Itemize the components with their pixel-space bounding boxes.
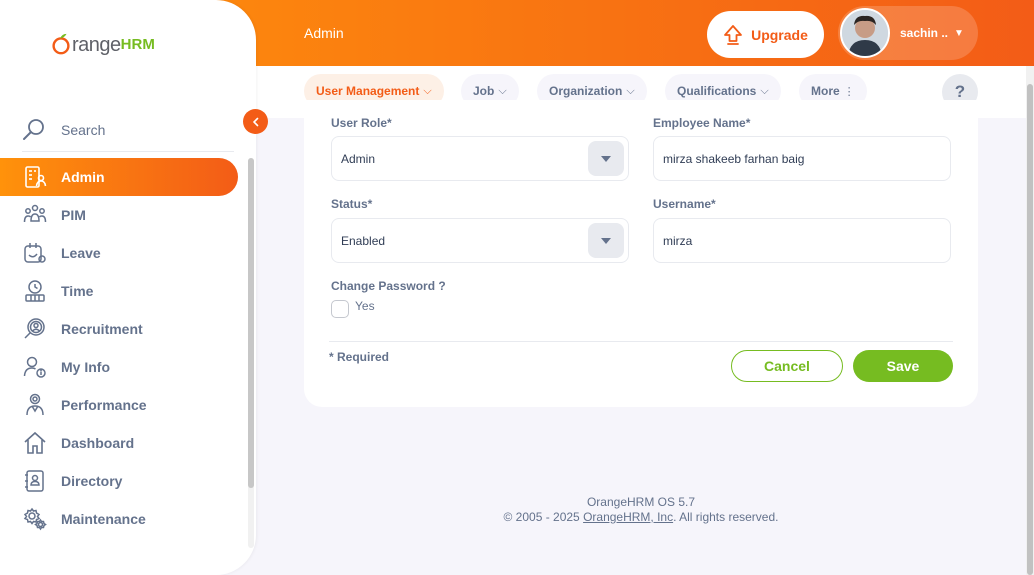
sidebar-item-label: Directory xyxy=(61,473,123,489)
user-role-value: Admin xyxy=(341,151,376,166)
tab-label: Organization xyxy=(549,84,623,98)
sidebar: range HRM Search Admin PIM Leave Time Re… xyxy=(0,0,256,575)
scrollbar-thumb[interactable] xyxy=(248,158,254,488)
page-title: Admin xyxy=(304,25,344,41)
dropdown-arrow-icon[interactable] xyxy=(588,223,624,258)
sidebar-item-pim[interactable]: PIM xyxy=(0,196,238,234)
chevron-down-icon: ⌵ xyxy=(626,84,635,97)
sidebar-item-my-info[interactable]: My Info xyxy=(0,348,238,386)
maintenance-icon xyxy=(22,506,48,532)
user-role-select[interactable]: Admin xyxy=(331,136,629,181)
admin-icon xyxy=(22,164,48,190)
collapse-sidebar-button[interactable] xyxy=(243,109,268,134)
orangehrm-logo[interactable]: range HRM xyxy=(50,32,155,56)
chevron-down-icon: ⌵ xyxy=(760,84,769,97)
my-info-icon xyxy=(22,354,48,380)
sidebar-item-label: Maintenance xyxy=(61,511,146,527)
search-icon xyxy=(23,118,44,140)
chevron-down-icon: ⌵ xyxy=(423,84,432,97)
sidebar-scrollbar[interactable] xyxy=(248,158,254,548)
username-input[interactable]: mirza xyxy=(653,218,951,263)
search-placeholder: Search xyxy=(61,121,106,138)
username-label: Username* xyxy=(653,197,716,211)
upgrade-arrow-icon xyxy=(724,24,742,45)
status-label: Status* xyxy=(331,197,373,211)
tab-label: User Management xyxy=(316,84,420,98)
footer: OrangeHRM OS 5.7 © 2005 - 2025 OrangeHRM… xyxy=(441,495,841,525)
chevron-left-icon xyxy=(252,117,258,126)
sidebar-item-dashboard[interactable]: Dashboard xyxy=(0,424,238,462)
employee-name-value: mirza shakeeb farhan baig xyxy=(663,151,805,166)
form-divider xyxy=(329,341,953,342)
save-button[interactable]: Save xyxy=(853,350,953,382)
orange-logo-icon xyxy=(52,33,70,55)
employee-name-input[interactable]: mirza shakeeb farhan baig xyxy=(653,136,951,181)
tab-label: More xyxy=(811,84,840,98)
upgrade-button[interactable]: Upgrade xyxy=(707,11,824,58)
logo-suffix: HRM xyxy=(120,36,155,53)
kebab-icon: ⋮ xyxy=(843,85,855,98)
performance-icon xyxy=(22,392,48,418)
footer-version: OrangeHRM OS 5.7 xyxy=(586,495,696,509)
copyright-prefix: © 2005 - 2025 xyxy=(503,510,584,524)
dropdown-arrow-icon[interactable] xyxy=(588,141,624,176)
copyright-suffix: . All rights reserved. xyxy=(673,510,779,524)
tab-label: Qualifications xyxy=(677,84,757,98)
upgrade-label: Upgrade xyxy=(751,26,808,43)
sidebar-item-recruitment[interactable]: Recruitment xyxy=(0,310,238,348)
user-role-label: User Role* xyxy=(331,116,392,130)
time-icon xyxy=(22,278,48,304)
sidebar-item-label: My Info xyxy=(61,359,110,375)
required-note: * Required xyxy=(329,350,390,364)
status-value: Enabled xyxy=(341,233,386,248)
sidebar-item-maintenance[interactable]: Maintenance xyxy=(0,500,238,538)
recruitment-icon xyxy=(22,316,48,342)
employee-name-label: Employee Name* xyxy=(653,116,751,130)
sidebar-item-time[interactable]: Time xyxy=(0,272,238,310)
directory-icon xyxy=(22,468,48,494)
pim-icon xyxy=(22,202,48,228)
sidebar-menu: Admin PIM Leave Time Recruitment My Info… xyxy=(0,158,238,538)
avatar xyxy=(840,8,890,58)
cancel-button[interactable]: Cancel xyxy=(731,350,843,382)
footer-copyright: © 2005 - 2025 OrangeHRM, Inc. All rights… xyxy=(441,510,841,525)
sidebar-item-label: PIM xyxy=(61,207,86,223)
change-password-option-label: Yes xyxy=(355,299,375,313)
company-link[interactable]: OrangeHRM, Inc xyxy=(583,510,673,524)
sidebar-item-label: Time xyxy=(61,283,94,299)
sidebar-item-label: Dashboard xyxy=(61,435,135,451)
dashboard-icon xyxy=(22,430,48,456)
sidebar-item-performance[interactable]: Performance xyxy=(0,386,238,424)
sidebar-item-label: Admin xyxy=(61,169,105,185)
change-password-label: Change Password ? xyxy=(331,279,446,293)
status-select[interactable]: Enabled xyxy=(331,218,629,263)
user-name: sachin .. xyxy=(900,26,949,40)
tab-label: Job xyxy=(473,84,495,98)
sidebar-search[interactable]: Search xyxy=(22,108,234,152)
caret-down-icon: ▼ xyxy=(954,27,964,39)
main-scrollbar[interactable] xyxy=(1026,66,1034,575)
sidebar-item-admin[interactable]: Admin xyxy=(0,158,238,196)
sidebar-item-label: Recruitment xyxy=(61,321,143,337)
sidebar-item-leave[interactable]: Leave xyxy=(0,234,238,272)
leave-icon xyxy=(22,240,48,266)
scrollbar-thumb[interactable] xyxy=(1027,84,1033,575)
user-dropdown[interactable]: sachin .. ▼ xyxy=(838,6,978,60)
sidebar-item-label: Leave xyxy=(61,245,101,261)
chevron-down-icon: ⌵ xyxy=(498,84,507,97)
change-password-checkbox[interactable] xyxy=(331,300,349,318)
logo-text: range xyxy=(72,34,121,56)
username-value: mirza xyxy=(663,233,693,248)
sidebar-item-directory[interactable]: Directory xyxy=(0,462,238,500)
sidebar-item-label: Performance xyxy=(61,397,147,413)
